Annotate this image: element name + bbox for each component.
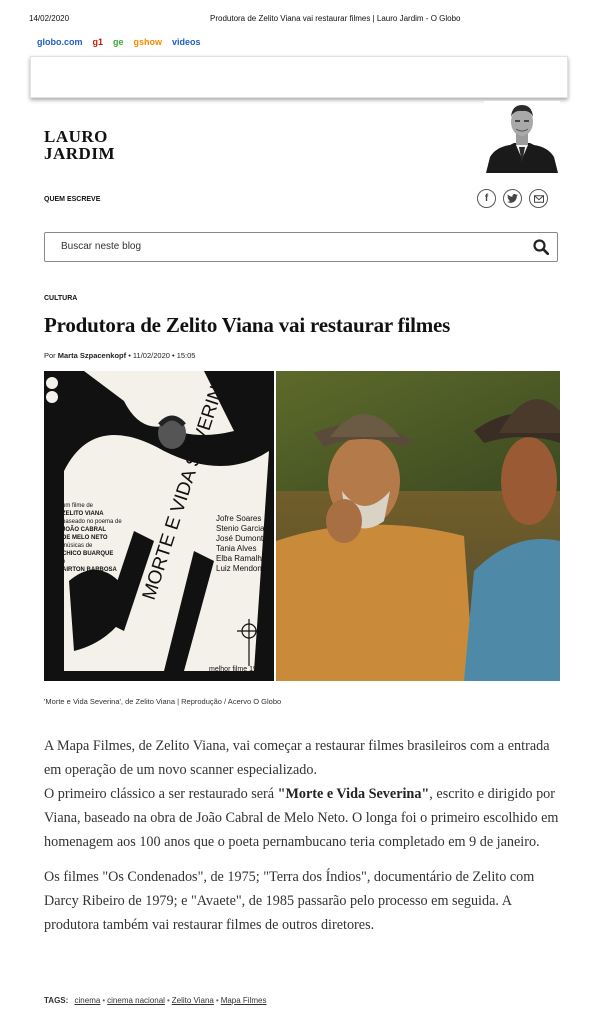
film-title-bold: "Morte e Vida Severina" bbox=[277, 786, 430, 802]
byline-prefix: Por bbox=[44, 351, 56, 360]
tag-link[interactable]: Mapa Filmes bbox=[221, 996, 267, 1005]
email-icon[interactable] bbox=[529, 189, 548, 208]
globo-top-nav: globo.com g1 ge gshow videos bbox=[37, 37, 201, 47]
author-name[interactable]: Marta Szpacenkopf bbox=[58, 351, 126, 360]
tag-link[interactable]: cinema bbox=[75, 996, 101, 1005]
article-body: A Mapa Filmes, de Zelito Viana, vai come… bbox=[44, 734, 566, 948]
tag-link[interactable]: Zelito Viana bbox=[172, 996, 214, 1005]
article-title: Produtora de Zelito Viana vai restaurar … bbox=[44, 313, 451, 337]
nav-link-globo[interactable]: globo.com bbox=[37, 37, 83, 47]
quem-escreve-link[interactable]: QUEM ESCREVE bbox=[44, 196, 100, 203]
poster-footer: melhor filme 1977 bbox=[209, 666, 265, 673]
nav-link-videos[interactable]: videos bbox=[172, 37, 201, 47]
facebook-icon[interactable]: f bbox=[477, 189, 496, 208]
byline: Por Marta Szpacenkopf • 11/02/2020 • 15:… bbox=[44, 351, 195, 360]
ad-banner bbox=[30, 56, 568, 98]
paragraph-1: A Mapa Filmes, de Zelito Viana, vai come… bbox=[44, 738, 550, 778]
search-icon[interactable] bbox=[533, 239, 549, 255]
tag-separator: • bbox=[102, 996, 106, 1005]
image-caption: 'Morte e Vida Severina', de Zelito Viana… bbox=[44, 697, 282, 706]
columnist-avatar bbox=[484, 101, 560, 173]
print-date: 14/02/2020 bbox=[29, 14, 70, 23]
nav-link-g1[interactable]: g1 bbox=[93, 37, 104, 47]
search-input[interactable] bbox=[59, 240, 483, 253]
tags-label: TAGS: bbox=[44, 996, 69, 1005]
tag-link[interactable]: cinema nacional bbox=[107, 996, 165, 1005]
paragraph-2-lead: O primeiro clássico a ser restaurado ser… bbox=[44, 786, 278, 802]
nav-link-ge[interactable]: ge bbox=[113, 37, 124, 47]
nav-link-gshow[interactable]: gshow bbox=[134, 37, 163, 47]
twitter-icon[interactable] bbox=[503, 189, 522, 208]
tag-list: TAGS: cinema • cinema nacional • Zelito Vian… bbox=[44, 996, 266, 1005]
social-share-bar: f bbox=[477, 189, 548, 208]
paragraph-3: Os filmes "Os Condenados", de 1975; "Ter… bbox=[44, 869, 535, 933]
print-page-title: Produtora de Zelito Viana vai restaurar … bbox=[210, 14, 461, 23]
article-image: um filme de ZELITO VIANA baseado no poem… bbox=[44, 371, 560, 681]
tag-separator: • bbox=[215, 996, 219, 1005]
tag-separator: • bbox=[166, 996, 170, 1005]
blog-search-box[interactable] bbox=[44, 232, 558, 262]
blog-name[interactable]: LAURO JARDIM bbox=[44, 128, 115, 162]
blog-name-line1: LAURO bbox=[44, 127, 108, 146]
paragraph-2: O primeiro clássico a ser restaurado ser… bbox=[44, 782, 566, 854]
section-label[interactable]: CULTURA bbox=[44, 295, 77, 302]
publish-datetime: • 11/02/2020 • 15:05 bbox=[128, 351, 196, 360]
blog-name-line2: JARDIM bbox=[44, 144, 115, 163]
